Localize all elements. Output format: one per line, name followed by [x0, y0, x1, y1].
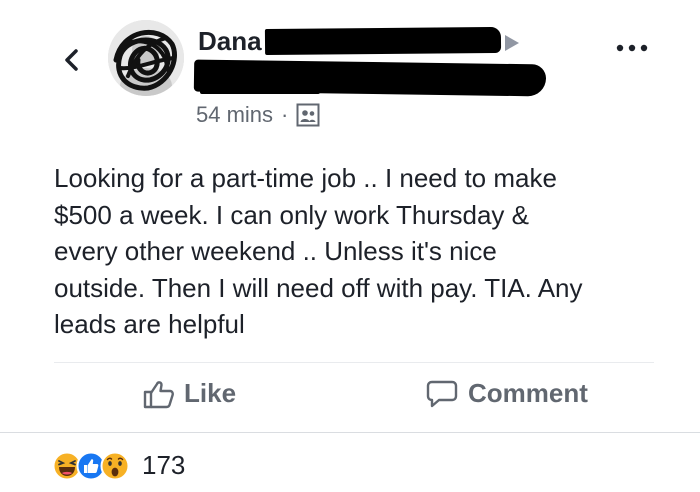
wow-icon — [100, 451, 130, 480]
comment-label: Comment — [468, 378, 588, 408]
comment-button[interactable]: Comment — [426, 378, 588, 409]
post-meta: 54 mins · — [196, 102, 320, 128]
divider — [0, 432, 700, 433]
thumbs-up-icon — [143, 380, 174, 408]
chevron-left-icon[interactable] — [60, 44, 82, 76]
author-name[interactable]: Dana — [198, 26, 262, 57]
share-arrow-icon — [505, 35, 519, 51]
comment-bubble-icon — [426, 380, 458, 407]
post-card: Dana 54 mins · Looking for a part-time j… — [0, 0, 700, 492]
meta-separator: · — [281, 102, 289, 127]
avatar-scribble — [108, 20, 184, 96]
reaction-count: 173 — [142, 450, 186, 480]
timestamp[interactable]: 54 mins — [196, 102, 273, 128]
like-button[interactable]: Like — [142, 378, 236, 409]
more-dots-icon[interactable] — [612, 38, 652, 58]
redacted-name — [264, 26, 502, 56]
redacted-subtitle-extra — [200, 76, 320, 94]
like-label: Like — [184, 378, 237, 408]
reactions-summary[interactable]: 173 — [52, 450, 185, 481]
post-body: Looking for a part-time job .. I need to… — [54, 163, 583, 339]
avatar[interactable] — [108, 20, 184, 96]
friends-group-icon[interactable] — [296, 103, 320, 127]
divider — [54, 362, 654, 363]
